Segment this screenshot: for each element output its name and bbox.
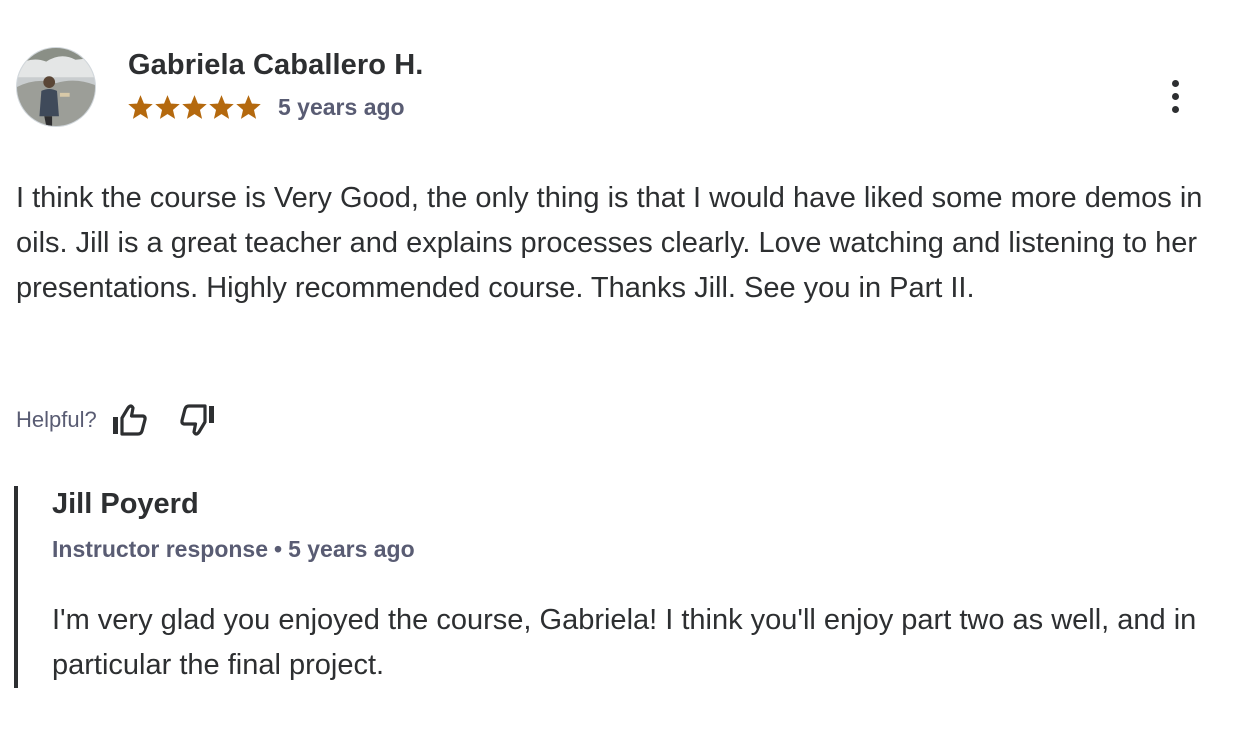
thumbs-down-button[interactable] bbox=[176, 398, 220, 442]
star-icon bbox=[128, 95, 153, 119]
meta-separator: • bbox=[274, 536, 283, 562]
more-options-icon-dot bbox=[1171, 105, 1179, 113]
helpful-label: Helpful? bbox=[16, 407, 97, 432]
avatar bbox=[16, 47, 96, 127]
avatar-photo bbox=[17, 48, 95, 126]
review-card: Gabriela Caballero H. 5 years ago I thin… bbox=[0, 0, 1248, 734]
review-time: 5 years ago bbox=[278, 94, 405, 120]
star-rating bbox=[128, 95, 261, 120]
star-icon bbox=[209, 95, 234, 119]
response-text: I'm very glad you enjoyed the course, Ga… bbox=[52, 604, 1197, 681]
response-time: 5 years ago bbox=[288, 536, 415, 562]
responder-name: Jill Poyerd bbox=[52, 488, 199, 520]
more-options-icon bbox=[1171, 79, 1179, 87]
reviewer-name: Gabriela Caballero H. bbox=[128, 49, 424, 81]
more-options-button[interactable] bbox=[1160, 74, 1190, 118]
helpful-row: Helpful? bbox=[16, 398, 220, 442]
response-meta: Instructor response • 5 years ago bbox=[52, 536, 415, 563]
instructor-response: Jill Poyerd Instructor response • 5 years … bbox=[14, 486, 1228, 688]
thumbs-up-button[interactable] bbox=[107, 398, 151, 442]
rating-row: 5 years ago bbox=[128, 94, 405, 121]
star-icon bbox=[182, 95, 207, 119]
star-icon bbox=[236, 95, 261, 119]
thumbs-down-icon bbox=[180, 404, 214, 436]
thumbs-up-icon bbox=[112, 404, 147, 436]
star-icon bbox=[155, 95, 180, 119]
instructor-response-label: Instructor response bbox=[52, 536, 268, 562]
review-text: I think the course is Very Good, the onl… bbox=[16, 182, 1203, 304]
more-options-icon-dot bbox=[1171, 92, 1179, 100]
